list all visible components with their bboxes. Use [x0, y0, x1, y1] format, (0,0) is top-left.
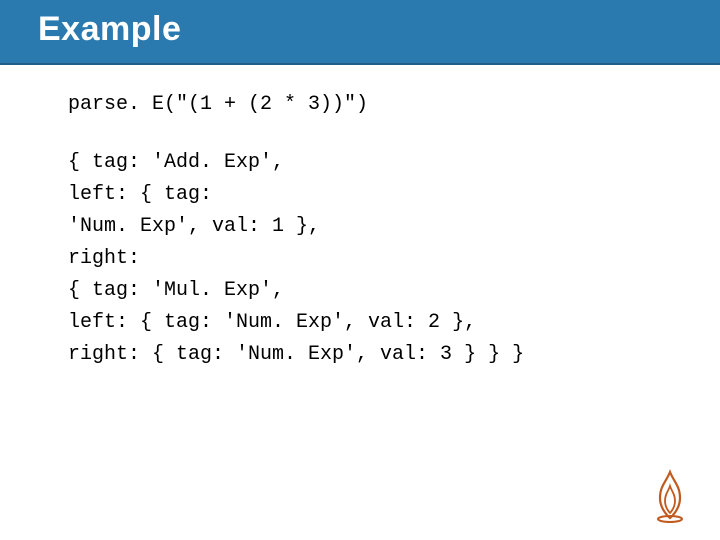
code-line: left: { tag: 'Num. Exp', val: 2 }, [68, 307, 720, 339]
title-bar: Example [0, 0, 720, 65]
code-line: { tag: 'Add. Exp', [68, 147, 720, 179]
slide-content: parse. E("(1 + (2 * 3))") { tag: 'Add. E… [0, 65, 720, 371]
flame-logo-icon [648, 468, 692, 524]
code-line: 'Num. Exp', val: 1 }, [68, 211, 720, 243]
code-call: parse. E("(1 + (2 * 3))") [68, 89, 720, 121]
code-line: { tag: 'Mul. Exp', [68, 275, 720, 307]
code-line: right: { tag: 'Num. Exp', val: 3 } } } [68, 339, 720, 371]
code-line: left: { tag: [68, 179, 720, 211]
code-line: right: [68, 243, 720, 275]
code-result: { tag: 'Add. Exp', left: { tag: 'Num. Ex… [68, 147, 720, 371]
slide: Example parse. E("(1 + (2 * 3))") { tag:… [0, 0, 720, 540]
slide-title: Example [38, 10, 720, 49]
